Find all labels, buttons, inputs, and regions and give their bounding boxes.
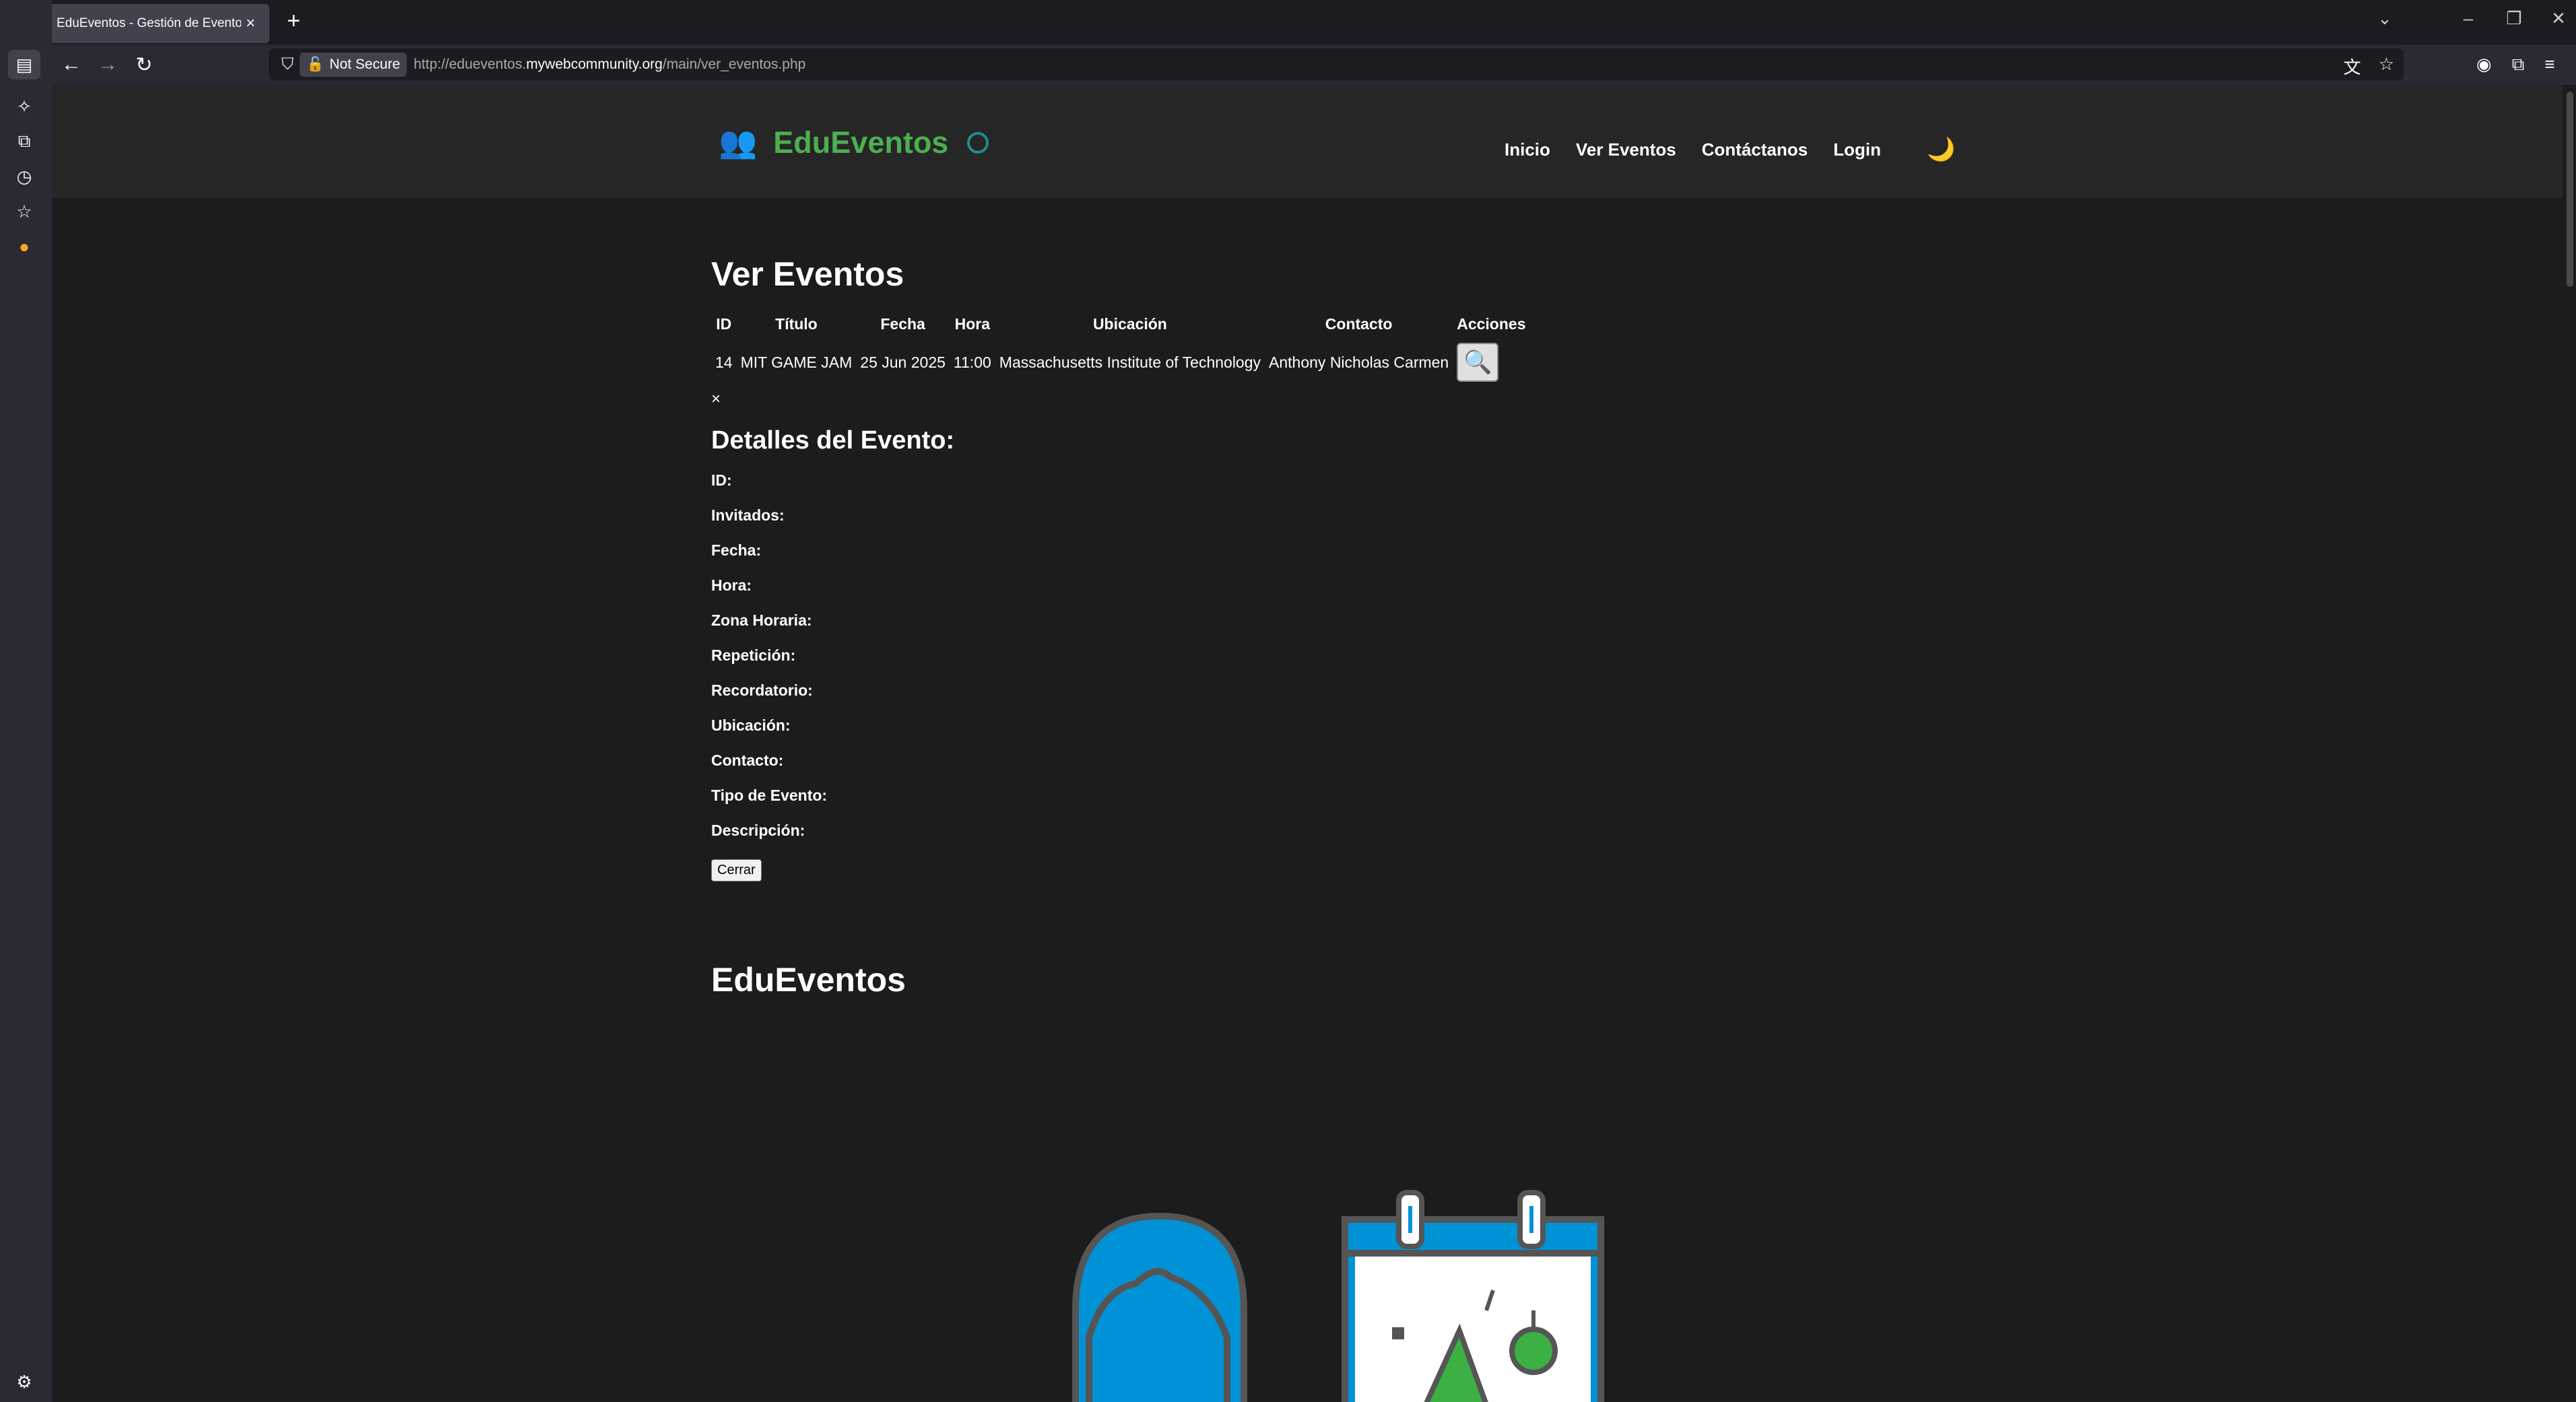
details-title: Detalles del Evento: xyxy=(711,426,955,455)
site-header: 👥 EduEventos Inicio Ver Eventos Contácta… xyxy=(52,85,2563,198)
restore-button[interactable]: ❐ xyxy=(2499,8,2530,29)
page-title: Ver Eventos xyxy=(711,255,904,293)
cell-hora: 11:00 xyxy=(953,353,991,371)
column-header: Contacto xyxy=(1325,315,1393,333)
cell-acciones: 🔍 xyxy=(1453,340,1529,385)
scrollbar-thumb[interactable] xyxy=(2567,92,2573,287)
bookmarks-icon[interactable]: ☆ xyxy=(8,197,40,226)
view-details-button[interactable]: 🔍 xyxy=(1457,343,1499,382)
magnifier-icon: 🔍 xyxy=(1463,349,1492,375)
ai-chat-icon[interactable]: ✧ xyxy=(8,92,40,121)
detail-label-repeticion: Repetición: xyxy=(711,646,796,664)
profile-avatar-icon[interactable]: ◉ xyxy=(2476,54,2492,75)
menu-hamburger-icon[interactable]: ≡ xyxy=(2544,54,2554,75)
calendar-illustration xyxy=(1342,1190,1604,1402)
nav-link-ver-eventos[interactable]: Ver Eventos xyxy=(1576,139,1676,160)
url-prefix: http://edueventos. xyxy=(414,57,527,72)
extensions-puzzle-icon[interactable]: ⧉ xyxy=(2512,54,2525,75)
detail-label-recordatorio: Recordatorio: xyxy=(711,681,813,699)
back-arrow-icon[interactable]: ← xyxy=(56,50,87,79)
translate-icon[interactable]: 文 xyxy=(2344,54,2361,79)
security-indicator[interactable]: 🔓 Not Secure xyxy=(300,53,407,77)
detail-label-hora: Hora: xyxy=(711,576,752,594)
cell-ubicacion: Massachusetts Institute of Technology xyxy=(999,353,1261,371)
detail-label-descripcion: Descripción: xyxy=(711,822,805,839)
table-header-row: ID Título Fecha Hora Ubicación Contacto … xyxy=(711,311,1529,340)
settings-gear-icon[interactable]: ⚙ xyxy=(8,1367,40,1397)
users-logo-icon: 👥 xyxy=(719,125,758,160)
column-header: ID xyxy=(716,315,732,333)
site-brand[interactable]: 👥 EduEventos xyxy=(719,124,989,161)
bookmark-star-icon[interactable]: ☆ xyxy=(2379,54,2394,79)
security-label: Not Secure xyxy=(329,57,401,72)
details-list: ID: Invitados: Fecha: Hora: Zona Horaria… xyxy=(711,471,1654,857)
table-row: 14 MIT GAME JAM 25 Jun 2025 11:00 Massac… xyxy=(711,340,1529,385)
nav-link-inicio[interactable]: Inicio xyxy=(1505,139,1550,160)
modal-close-icon[interactable]: × xyxy=(711,390,1654,409)
browser-toolbar: ← → ↻ ⛉ 🔓 Not Secure http://edueventos.m… xyxy=(52,44,2576,85)
new-tab-button[interactable]: + xyxy=(280,8,307,34)
close-details-button[interactable]: Cerrar xyxy=(711,859,762,881)
column-header: Fecha xyxy=(880,315,925,333)
globe-icon xyxy=(967,131,989,154)
site-nav: Inicio Ver Eventos Contáctanos Login 🌙 xyxy=(1505,136,1955,163)
column-header: Ubicación xyxy=(1092,315,1167,333)
detail-label-zona-horaria: Zona Horaria: xyxy=(711,611,812,629)
main-content: Ver Eventos ID Título Fecha Hora Ubicaci… xyxy=(711,255,1654,881)
synced-tabs-icon[interactable]: ⧉ xyxy=(8,127,40,156)
page-viewport: 👥 EduEventos Inicio Ver Eventos Contácta… xyxy=(52,85,2563,1402)
browser-tab-strip: ▭ EduEventos - Gestión de Eventos × + ⌄ … xyxy=(0,0,2576,44)
extension-icon[interactable]: ● xyxy=(8,232,40,261)
detail-label-tipo-evento: Tipo de Evento: xyxy=(711,787,828,804)
brand-name: EduEventos xyxy=(773,125,949,160)
nav-link-contactanos[interactable]: Contáctanos xyxy=(1702,139,1808,160)
url-path: /main/ver_eventos.php xyxy=(662,57,806,72)
minimize-button[interactable]: – xyxy=(2453,8,2484,29)
close-window-button[interactable]: ✕ xyxy=(2543,8,2574,29)
address-bar[interactable]: ⛉ 🔓 Not Secure http://edueventos.mywebco… xyxy=(269,48,2404,81)
column-header: Hora xyxy=(954,315,991,333)
event-illustration xyxy=(1072,1190,1604,1402)
url-text[interactable]: http://edueventos.mywebcommunity.org/mai… xyxy=(414,57,805,73)
broken-lock-icon: 🔓 xyxy=(306,57,325,72)
column-header: Acciones xyxy=(1457,315,1526,333)
cell-contacto: Anthony Nicholas Carmen xyxy=(1269,353,1449,371)
browser-sidebar: ▤ ✧ ⧉ ◷ ☆ ● ⚙ xyxy=(0,0,52,1402)
cell-fecha: 25 Jun 2025 xyxy=(860,353,946,371)
theme-toggle-moon-icon[interactable]: 🌙 xyxy=(1927,136,1955,163)
detail-label-contacto: Contacto: xyxy=(711,752,784,769)
nav-link-login[interactable]: Login xyxy=(1833,139,1881,160)
detail-label-id: ID: xyxy=(711,471,732,489)
footer-brand-title: EduEventos xyxy=(711,961,906,999)
sidebar-toggle-icon[interactable]: ▤ xyxy=(8,50,40,79)
tab-close-icon[interactable]: × xyxy=(241,14,260,33)
events-table: ID Título Fecha Hora Ubicación Contacto … xyxy=(711,311,1529,385)
detail-label-ubicacion: Ubicación: xyxy=(711,716,791,734)
tab-title: EduEventos - Gestión de Eventos xyxy=(57,16,241,30)
detail-label-invitados: Invitados: xyxy=(711,506,785,524)
detail-label-fecha: Fecha: xyxy=(711,541,762,559)
reload-icon[interactable]: ↻ xyxy=(129,50,160,79)
browser-tab[interactable]: EduEventos - Gestión de Eventos × xyxy=(47,4,269,43)
page-scrollbar[interactable] xyxy=(2563,85,2576,1402)
cell-id: 14 xyxy=(715,353,733,371)
shield-icon[interactable]: ⛉ xyxy=(275,55,300,74)
cell-titulo: MIT GAME JAM xyxy=(740,353,853,371)
url-host: mywebcommunity.org xyxy=(526,57,663,72)
tab-list-chevron-icon[interactable]: ⌄ xyxy=(2369,8,2400,29)
person-head-illustration xyxy=(1072,1212,1247,1402)
column-header: Título xyxy=(775,315,818,333)
history-icon[interactable]: ◷ xyxy=(8,162,40,191)
forward-arrow-icon[interactable]: → xyxy=(92,50,123,79)
